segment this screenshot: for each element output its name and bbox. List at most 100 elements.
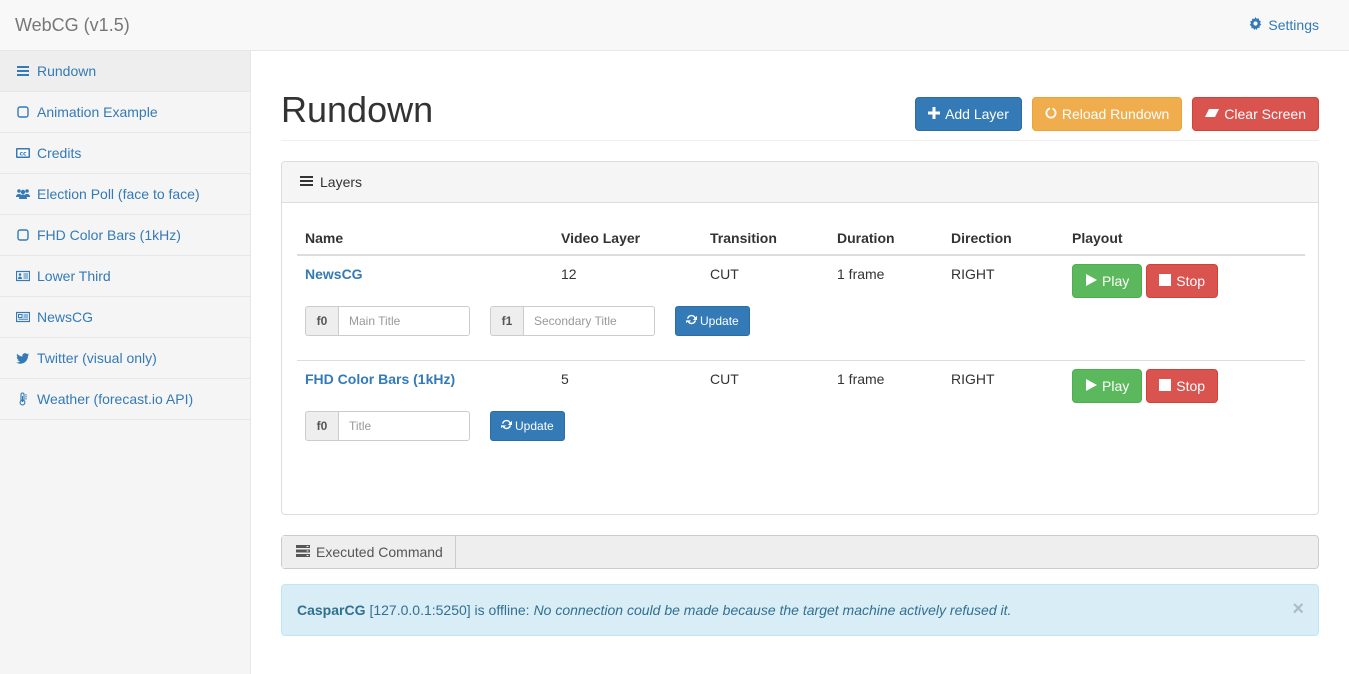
main-title-input[interactable] — [338, 306, 470, 336]
plus-icon — [928, 106, 941, 122]
executed-command-value — [456, 536, 1318, 568]
update-button[interactable]: Update — [675, 306, 750, 336]
settings-link[interactable]: Settings — [1249, 17, 1319, 33]
update-label: Update — [700, 314, 739, 328]
play-icon — [1085, 273, 1097, 289]
reload-rundown-button[interactable]: Reload Rundown — [1031, 97, 1183, 131]
sidebar: Rundown Animation Example cc Credits Ele… — [0, 51, 251, 674]
duration-value: 1 frame — [837, 266, 885, 282]
transition-value: CUT — [710, 266, 739, 282]
page-title: Rundown — [281, 89, 434, 130]
stop-label: Stop — [1176, 378, 1206, 394]
sidebar-item-election-poll[interactable]: Election Poll (face to face) — [0, 174, 250, 215]
stop-label: Stop — [1176, 273, 1206, 289]
play-label: Play — [1102, 273, 1130, 289]
video-layer-value: 5 — [553, 360, 702, 411]
sidebar-item-weather[interactable]: Weather (forecast.io API) — [0, 379, 250, 420]
stop-button[interactable]: Stop — [1146, 264, 1219, 298]
layers-table: Name Video Layer Transition Duration Dir… — [297, 218, 1305, 449]
navbar: WebCG (v1.5) Settings — [0, 0, 1349, 51]
title-input[interactable] — [338, 411, 470, 441]
play-label: Play — [1102, 378, 1130, 394]
refresh-circle-icon — [1045, 106, 1057, 122]
stop-button[interactable]: Stop — [1146, 369, 1219, 403]
sidebar-item-twitter[interactable]: Twitter (visual only) — [0, 338, 250, 379]
closed-captions-icon: cc — [16, 146, 30, 160]
play-button[interactable]: Play — [1072, 369, 1143, 403]
sidebar-item-label: Rundown — [37, 63, 97, 79]
direction-value: RIGHT — [951, 266, 995, 282]
sidebar-item-label: Election Poll (face to face) — [37, 186, 200, 202]
brand-link[interactable]: WebCG (v1.5) — [15, 15, 130, 36]
update-button[interactable]: Update — [490, 411, 565, 441]
table-row-fields: f0 f1 Update — [297, 306, 1305, 361]
sidebar-item-label: Lower Third — [37, 268, 111, 284]
refresh-icon — [686, 314, 697, 328]
layers-panel-title: Layers — [320, 174, 363, 190]
bars-icon — [16, 64, 30, 78]
column-header-duration: Duration — [829, 218, 943, 256]
column-header-video-layer: Video Layer — [553, 218, 702, 256]
field-key-label: f1 — [490, 306, 523, 336]
clear-screen-label: Clear Screen — [1224, 106, 1306, 122]
bars-icon — [300, 174, 313, 190]
newspaper-icon — [16, 310, 30, 324]
template-fields: f0 f1 Update — [305, 306, 1297, 336]
sidebar-item-label: Weather (forecast.io API) — [37, 391, 194, 407]
close-icon[interactable]: × — [1292, 598, 1304, 621]
field-key-label: f0 — [305, 306, 338, 336]
alert-address: [127.0.0.1:5250] is offline: — [369, 602, 530, 618]
twitter-icon — [16, 351, 30, 365]
table-row-fields: f0 Update — [297, 411, 1305, 449]
sidebar-item-label: FHD Color Bars (1kHz) — [37, 227, 181, 243]
sidebar-item-fhd-color-bars[interactable]: FHD Color Bars (1kHz) — [0, 215, 250, 256]
field-group-f1: f1 — [490, 306, 655, 336]
settings-label: Settings — [1268, 17, 1319, 33]
field-group-f0: f0 — [305, 306, 470, 336]
reload-rundown-label: Reload Rundown — [1061, 106, 1170, 122]
playout-controls: Play Stop — [1072, 369, 1297, 403]
square-outline-icon — [16, 105, 30, 119]
video-layer-value: 12 — [561, 266, 577, 282]
executed-command-bar: Executed Command — [281, 535, 1319, 569]
sidebar-item-rundown[interactable]: Rundown — [0, 51, 250, 92]
header-buttons: Add Layer Reload Rundown Clear Screen — [915, 97, 1319, 131]
thermometer-icon — [16, 392, 30, 406]
main-content: Rundown Add Layer Reload Rundown Clear S… — [281, 51, 1319, 636]
secondary-title-input[interactable] — [523, 306, 655, 336]
sidebar-item-credits[interactable]: cc Credits — [0, 133, 250, 174]
executed-command-label: Executed Command — [282, 536, 456, 568]
layer-name-link[interactable]: FHD Color Bars (1kHz) — [305, 371, 455, 387]
column-header-transition: Transition — [702, 218, 829, 256]
field-key-label: f0 — [305, 411, 338, 441]
direction-value: RIGHT — [943, 360, 1064, 411]
duration-value: 1 frame — [829, 360, 943, 411]
sidebar-item-newscg[interactable]: NewsCG — [0, 297, 250, 338]
layers-panel-heading: Layers — [282, 162, 1318, 203]
sidebar-item-lower-third[interactable]: Lower Third — [0, 256, 250, 297]
clear-screen-button[interactable]: Clear Screen — [1192, 97, 1319, 131]
play-button[interactable]: Play — [1072, 264, 1143, 298]
alert-server-name: CasparCG — [297, 602, 366, 618]
sidebar-item-label: Twitter (visual only) — [37, 350, 157, 366]
add-layer-label: Add Layer — [945, 106, 1009, 122]
table-row: NewsCG 12 CUT 1 frame RIGHT Play Stop — [297, 255, 1305, 306]
column-header-name: Name — [297, 218, 553, 256]
table-row: FHD Color Bars (1kHz) 5 CUT 1 frame RIGH… — [297, 360, 1305, 411]
server-icon — [296, 544, 310, 560]
connection-alert: CasparCG [127.0.0.1:5250] is offline: No… — [281, 584, 1319, 636]
eraser-icon — [1205, 106, 1220, 122]
executed-command-text: Executed Command — [316, 544, 443, 560]
layer-name-link[interactable]: NewsCG — [305, 266, 363, 282]
template-fields: f0 Update — [305, 411, 1297, 441]
stop-icon — [1159, 273, 1172, 289]
sidebar-item-animation-example[interactable]: Animation Example — [0, 92, 250, 133]
page-header: Rundown Add Layer Reload Rundown Clear S… — [281, 51, 1319, 141]
svg-text:cc: cc — [19, 151, 27, 158]
layers-panel: Layers Name Video Layer Transition Durat… — [281, 161, 1319, 515]
sidebar-item-label: Animation Example — [37, 104, 158, 120]
add-layer-button[interactable]: Add Layer — [915, 97, 1022, 131]
play-icon — [1085, 378, 1097, 394]
square-outline-icon — [16, 228, 30, 242]
refresh-icon — [501, 419, 512, 433]
